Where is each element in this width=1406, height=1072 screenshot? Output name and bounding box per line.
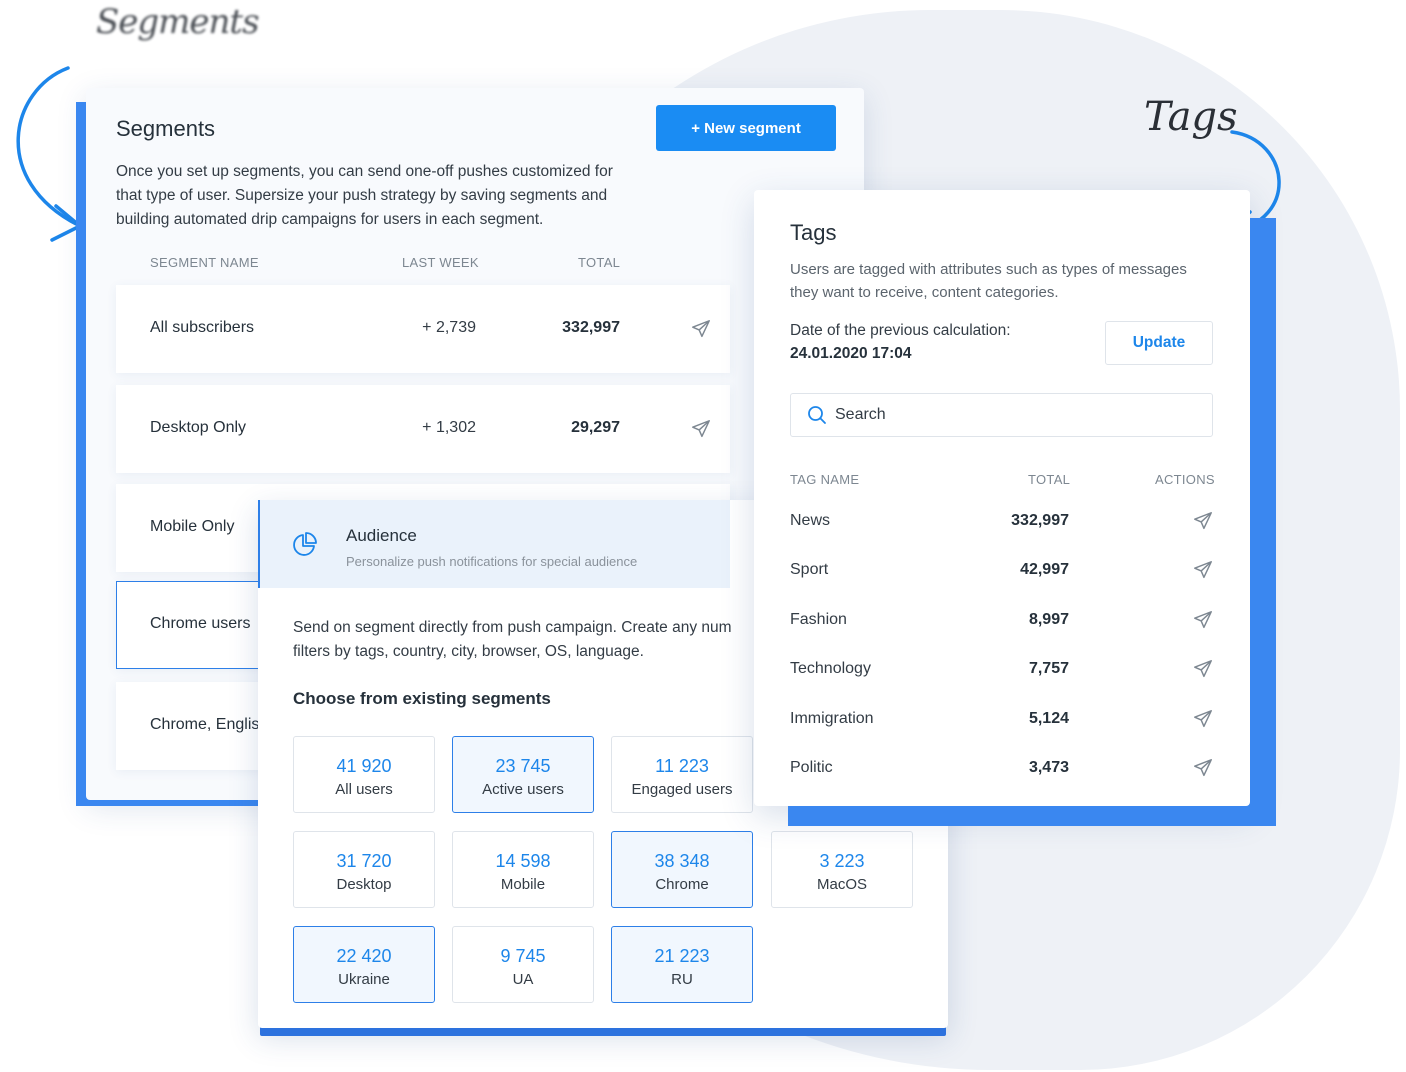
- segment-tile-selected[interactable]: 23 745 Active users: [452, 736, 594, 813]
- column-header-actions: ACTIONS: [1155, 472, 1215, 487]
- send-icon[interactable]: [690, 418, 712, 440]
- tag-row[interactable]: Fashion 8,997: [790, 605, 1214, 635]
- audience-title: Audience: [346, 526, 417, 545]
- tile-value: 22 420: [336, 946, 392, 966]
- calculation-date-value: 24.01.2020 17:04: [790, 345, 912, 362]
- segment-total: 29,297: [571, 419, 620, 436]
- tile-label: Engaged users: [631, 781, 733, 798]
- segment-name: Chrome users: [150, 615, 251, 632]
- column-header-segment-name: SEGMENT NAME: [150, 255, 259, 270]
- tile-value: 3 223: [819, 851, 865, 871]
- tag-total: 42,997: [1020, 561, 1069, 578]
- segments-arrow-icon: [16, 66, 82, 242]
- tile-value: 11 223: [655, 756, 709, 776]
- tile-label: UA: [512, 971, 534, 988]
- update-button[interactable]: Update: [1105, 321, 1213, 365]
- segment-total: 332,997: [562, 319, 620, 336]
- tag-total: 8,997: [1028, 611, 1069, 628]
- tag-name: Fashion: [790, 611, 847, 628]
- tile-value: 9 745: [500, 946, 546, 966]
- tile-label: Active users: [482, 781, 564, 798]
- audience-description-line: filters by tags, country, city, browser,…: [293, 643, 644, 660]
- column-header-tag-name: TAG NAME: [790, 472, 860, 487]
- tag-row[interactable]: Immigration 5,124: [790, 704, 1214, 734]
- tags-title: Tags: [790, 220, 837, 245]
- column-header-last-week: LAST WEEK: [402, 255, 479, 270]
- tag-row[interactable]: Sport 42,997: [790, 555, 1214, 585]
- segment-tile[interactable]: 3 223 MacOS: [771, 831, 913, 908]
- segment-name: All subscribers: [150, 319, 255, 336]
- segment-tile[interactable]: 14 598 Mobile: [452, 831, 594, 908]
- segment-name: Desktop Only: [150, 419, 247, 436]
- segment-tile[interactable]: 11 223 Engaged users: [611, 736, 753, 813]
- column-header-total: TOTAL: [578, 255, 621, 270]
- tile-label: MacOS: [816, 876, 867, 893]
- tag-name: News: [790, 512, 831, 529]
- send-icon[interactable]: [1192, 559, 1214, 581]
- tag-name: Sport: [790, 561, 829, 578]
- tile-value: 21 223: [654, 946, 710, 966]
- pie-chart-icon: [293, 532, 317, 556]
- tile-value: 41 920: [336, 756, 392, 776]
- segment-tile-selected[interactable]: 38 348 Chrome: [611, 831, 753, 908]
- tile-label: All users: [335, 781, 393, 798]
- segment-tile[interactable]: 41 920 All users: [293, 736, 435, 813]
- choose-segments-heading: Choose from existing segments: [293, 689, 551, 708]
- search-box: [790, 393, 1213, 437]
- calculation-date-label: Date of the previous calculation:: [790, 322, 1011, 339]
- segments-description: Once you set up segments, you can send o…: [116, 163, 613, 228]
- tag-row[interactable]: News 332,997: [790, 506, 1214, 536]
- tile-value: 23 745: [495, 756, 551, 776]
- tag-row[interactable]: Technology 7,757: [790, 654, 1214, 684]
- send-icon[interactable]: [690, 318, 712, 340]
- tile-label: Chrome: [655, 876, 709, 893]
- segments-title: Segments: [116, 116, 216, 141]
- segment-name: Mobile Only: [150, 518, 235, 535]
- segment-row[interactable]: Desktop Only + 1,302 29,297: [116, 385, 730, 473]
- tile-value: 38 348: [654, 851, 710, 871]
- new-segment-button[interactable]: + New segment: [656, 105, 836, 151]
- tag-name: Technology: [790, 660, 871, 677]
- search-input[interactable]: [835, 403, 1195, 427]
- tile-label: Desktop: [336, 876, 392, 893]
- segment-tile[interactable]: 31 720 Desktop: [293, 831, 435, 908]
- audience-header: Audience Personalize push notifications …: [258, 500, 730, 588]
- segment-tile[interactable]: 9 745 UA: [452, 926, 594, 1003]
- segment-tile-selected[interactable]: 22 420 Ukraine: [293, 926, 435, 1003]
- segment-tile-selected[interactable]: 21 223 RU: [611, 926, 753, 1003]
- audience-description: Send on segment directly from push campa…: [293, 616, 733, 664]
- segments-annotation: Segments: [96, 2, 260, 42]
- segment-name: Chrome, English: [150, 716, 269, 733]
- send-icon[interactable]: [1192, 510, 1214, 532]
- send-icon[interactable]: [1192, 757, 1214, 779]
- search-icon: [808, 406, 826, 424]
- tile-label: Ukraine: [338, 971, 390, 988]
- tile-label: Mobile: [500, 876, 546, 893]
- segment-last-week: + 2,739: [422, 319, 476, 336]
- tags-description: Users are tagged with attributes such as…: [790, 261, 1187, 301]
- audience-description-line: Send on segment directly from push campa…: [293, 619, 732, 636]
- audience-subtitle: Personalize push notifications for speci…: [346, 554, 638, 569]
- send-icon[interactable]: [1192, 658, 1214, 680]
- tag-name: Politic: [790, 759, 833, 776]
- segment-last-week: + 1,302: [422, 419, 476, 436]
- tags-panel: Tags Users are tagged with attributes su…: [754, 190, 1250, 806]
- column-header-total: TOTAL: [1028, 472, 1071, 487]
- tile-value: 14 598: [495, 851, 551, 871]
- send-icon[interactable]: [1192, 609, 1214, 631]
- segment-row[interactable]: All subscribers + 2,739 332,997: [116, 285, 730, 373]
- tag-total: 5,124: [1028, 710, 1069, 727]
- tag-total: 7,757: [1028, 660, 1069, 677]
- send-icon[interactable]: [1192, 708, 1214, 730]
- tag-total: 3,473: [1028, 759, 1069, 776]
- tag-name: Immigration: [790, 710, 874, 727]
- tag-total: 332,997: [1011, 512, 1069, 529]
- tile-value: 31 720: [336, 851, 392, 871]
- tag-row[interactable]: Politic 3,473: [790, 753, 1214, 783]
- tile-label: RU: [671, 971, 693, 988]
